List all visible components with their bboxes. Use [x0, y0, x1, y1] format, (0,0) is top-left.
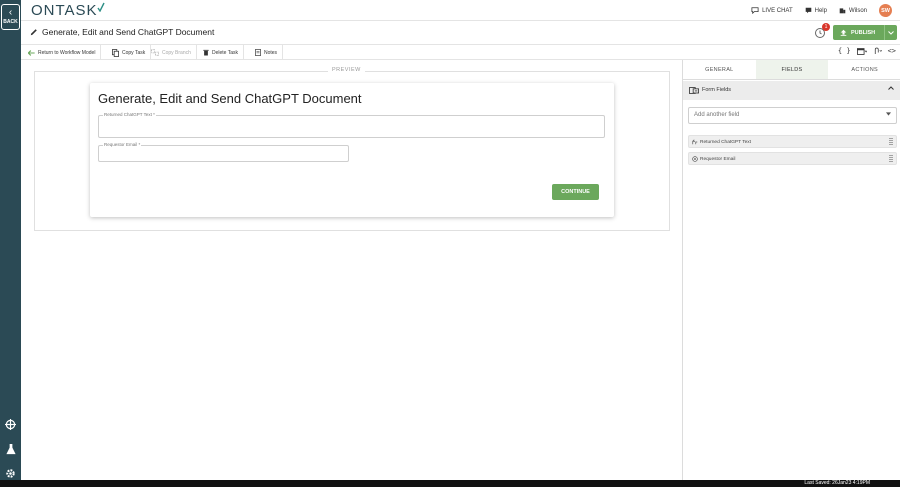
chevron-left-icon: ‹ — [8, 7, 13, 18]
copy-branch-button[interactable]: Copy Branch — [146, 45, 197, 60]
braces-icon[interactable]: { } — [838, 47, 851, 55]
return-label: Return to Workflow Model — [38, 49, 96, 56]
requestor-email-field[interactable]: Requestor Email * — [98, 142, 349, 162]
header-actions: LIVE CHAT Help Wilson SW — [751, 4, 892, 17]
returned-chatgpt-text-field[interactable]: Returned ChatGPT Text * — [98, 112, 605, 138]
return-to-workflow-button[interactable]: Return to Workflow Model — [23, 45, 102, 60]
code-icon[interactable]: <> — [888, 47, 896, 55]
flask-icon[interactable] — [0, 441, 21, 457]
publish-split-button: PUBLISH — [833, 25, 898, 40]
left-rail: ‹ BACK — [0, 0, 21, 480]
add-field-placeholder: Add another field — [694, 112, 740, 118]
notes-icon — [255, 49, 261, 56]
drag-handle-icon[interactable] — [889, 155, 893, 163]
form-fields-section-header[interactable]: Form Fields — [683, 81, 900, 100]
attachment-icon[interactable] — [873, 47, 882, 55]
help-icon — [805, 7, 811, 14]
ontask-logo[interactable]: ONTASK — [31, 2, 105, 19]
publish-label: PUBLISH — [851, 29, 876, 36]
page-title[interactable]: Generate, Edit and Send ChatGPT Document — [42, 27, 214, 37]
text-field-icon — [692, 139, 698, 145]
user-name: Wilson — [848, 7, 867, 14]
drag-handle-icon[interactable] — [889, 138, 893, 146]
live-chat-label: LIVE CHAT — [762, 7, 793, 14]
chevron-down-icon — [888, 30, 894, 35]
copy-icon — [112, 48, 119, 57]
publish-dropdown-button[interactable] — [884, 25, 898, 40]
chat-bubble-icon — [751, 7, 759, 14]
notes-button[interactable]: Notes — [250, 45, 284, 60]
back-button[interactable]: ‹ BACK — [1, 4, 20, 30]
user-menu[interactable]: Wilson — [839, 7, 867, 14]
last-saved-text: Last Saved: 26Jan23 4:19PM — [804, 480, 870, 486]
upload-icon — [840, 29, 847, 36]
chevron-up-icon[interactable] — [888, 86, 894, 90]
delete-task-button[interactable]: Delete Task — [198, 45, 245, 60]
continue-button[interactable]: CONTINUE — [552, 184, 599, 200]
notification-badge: 1 — [822, 23, 830, 31]
tab-actions[interactable]: ACTIONS — [828, 60, 900, 79]
crosshair-icon[interactable] — [0, 416, 21, 432]
trash-icon — [203, 49, 209, 56]
form-card: Generate, Edit and Send ChatGPT Document… — [90, 83, 614, 217]
form-view-icon[interactable] — [856, 47, 867, 55]
copy-branch-label: Copy Branch — [162, 49, 191, 56]
pencil-icon[interactable] — [30, 28, 38, 36]
preview-label: PREVIEW — [328, 67, 365, 73]
building-icon — [839, 8, 846, 14]
gear-icon[interactable] — [0, 465, 21, 481]
at-sign-icon — [692, 156, 698, 162]
live-chat-link[interactable]: LIVE CHAT — [751, 7, 793, 14]
form-field-label: Returned ChatGPT Text — [700, 139, 752, 145]
notification-button[interactable]: 1 — [814, 23, 830, 38]
logo-check-icon — [97, 2, 105, 12]
form-field-row-requestor-email[interactable]: Requestor Email — [688, 152, 897, 165]
tab-general[interactable]: GENERAL — [683, 60, 756, 79]
panel-tabs: GENERAL FIELDS ACTIONS — [683, 60, 900, 80]
requestor-email-label: Requestor Email * — [103, 142, 142, 147]
form-fields-title: Form Fields — [702, 87, 732, 93]
tab-fields[interactable]: FIELDS — [755, 60, 829, 79]
form-field-label: Requestor Email — [700, 156, 736, 162]
copy-task-label: Copy Task — [122, 49, 146, 56]
form-fields-icon — [689, 87, 699, 94]
publish-button[interactable]: PUBLISH — [833, 25, 885, 40]
copy-branch-icon — [151, 49, 159, 56]
caret-down-icon — [886, 112, 891, 116]
notes-label: Notes — [264, 49, 278, 56]
arrow-left-icon — [28, 49, 35, 56]
task-toolbar: Return to Workflow Model Copy Task Copy … — [21, 45, 900, 60]
returned-chatgpt-text-label: Returned ChatGPT Text * — [103, 112, 156, 117]
status-bar: Last Saved: 26Jan23 4:19PM — [0, 480, 900, 487]
toolbar-right-tools: { } <> — [838, 47, 896, 55]
form-field-row-returned-chatgpt-text[interactable]: Returned ChatGPT Text — [688, 135, 897, 148]
help-link[interactable]: Help — [805, 7, 827, 14]
form-title: Generate, Edit and Send ChatGPT Document — [98, 91, 362, 106]
properties-panel: GENERAL FIELDS ACTIONS Form Fields Add a… — [682, 60, 900, 480]
avatar[interactable]: SW — [879, 4, 892, 17]
copy-task-button[interactable]: Copy Task — [107, 45, 152, 60]
task-title-bar: Generate, Edit and Send ChatGPT Document… — [21, 21, 900, 45]
top-header: ONTASK LIVE CHAT Help Wilson SW — [21, 0, 900, 21]
delete-task-label: Delete Task — [212, 49, 239, 56]
logo-text: ONTASK — [31, 2, 98, 19]
add-field-select[interactable]: Add another field — [688, 107, 897, 124]
back-label: BACK — [3, 19, 18, 25]
help-label: Help — [814, 7, 827, 14]
